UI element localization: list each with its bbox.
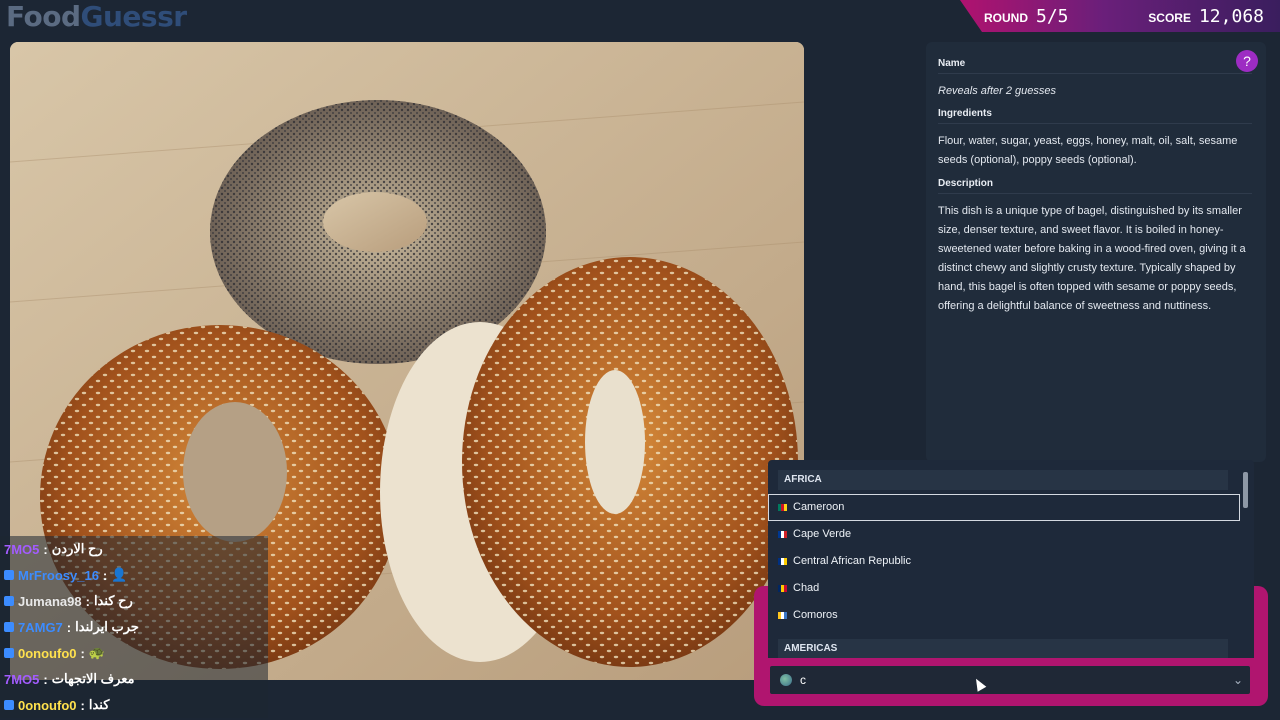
group-header-africa: AFRICA <box>778 470 1228 490</box>
logo-guessr: Guessr <box>80 0 188 33</box>
score-label: SCORE <box>1148 11 1191 25</box>
chevron-down-icon[interactable]: ⌄ <box>1226 673 1250 687</box>
round-indicator: ROUND 5/5 <box>984 6 1069 27</box>
chat-message: Jumana98: رح كندا <box>0 588 268 614</box>
chat-username: 7AMG7 <box>18 619 63 635</box>
user-badge-icon <box>4 700 14 710</box>
name-value: Reveals after 2 guesses <box>938 85 1057 97</box>
app-logo: FoodGuessr <box>6 0 187 33</box>
chat-text: رح كندا <box>93 593 133 608</box>
chat-separator: : <box>66 619 72 635</box>
name-section: Name Reveals after 2 guesses <box>938 58 1252 101</box>
country-option[interactable]: Chad <box>768 575 1240 602</box>
chat-username: Jumana98 <box>18 593 82 609</box>
chat-separator: : <box>80 697 85 713</box>
country-option[interactable]: Cameroon <box>768 494 1240 521</box>
chat-text: 🐢 <box>88 645 106 660</box>
name-heading: Name <box>938 58 1252 74</box>
score-indicator: SCORE 12,068 <box>1148 6 1264 27</box>
user-badge-icon <box>4 570 14 580</box>
chat-separator: : <box>85 593 90 609</box>
country-option[interactable]: Central African Republic <box>768 548 1240 575</box>
chat-message: 7MO5: رح الاردن <box>0 536 268 562</box>
round-score-banner: ROUND 5/5 SCORE 12,068 <box>960 0 1280 32</box>
chat-text: معرف الاتجهات <box>51 671 135 686</box>
ingredients-section: Ingredients Flour, water, sugar, yeast, … <box>938 108 1252 170</box>
chat-text: رح الاردن <box>51 541 103 556</box>
country-flag-icon <box>778 585 787 592</box>
country-option-label: Cameroon <box>793 501 845 513</box>
logo-food: Food <box>6 0 81 33</box>
chat-separator: : <box>43 671 48 687</box>
user-badge-icon <box>4 622 14 632</box>
chat-overlay: 7MO5: رح الاردن MrFroosy_16: 👤 Jumana98: رح ك… <box>0 536 268 720</box>
country-option[interactable]: Comoros <box>768 602 1240 629</box>
country-flag-icon <box>778 612 787 619</box>
country-dropdown[interactable]: AFRICA Cameroon Cape Verde Central African… <box>768 460 1254 658</box>
chat-username: 0onoufo0 <box>18 645 77 661</box>
country-option-label: Comoros <box>793 609 838 621</box>
round-value: 5/5 <box>1036 6 1069 27</box>
chat-separator: : <box>102 567 108 583</box>
chat-message: MrFroosy_16: 👤 <box>0 562 268 588</box>
chat-separator: : <box>43 541 48 557</box>
country-search-input[interactable] <box>798 672 1226 688</box>
globe-icon <box>780 674 792 686</box>
description-heading: Description <box>938 178 1252 194</box>
chat-username: 0onoufo0 <box>18 697 77 713</box>
group-header-americas: AMERICAS <box>778 639 1228 658</box>
country-search-field[interactable]: ⌄ <box>768 664 1252 696</box>
chat-separator: : <box>80 645 85 661</box>
chat-text: جرب ايرلندا <box>75 619 139 634</box>
ingredients-value: Flour, water, sugar, yeast, eggs, honey,… <box>938 135 1238 166</box>
chat-message: 7AMG7: جرب ايرلندا <box>0 614 268 640</box>
chat-text: 👤 <box>111 567 128 582</box>
country-option-label: Central African Republic <box>793 555 912 567</box>
score-value: 12,068 <box>1198 6 1264 27</box>
chat-text: كندا <box>88 697 110 712</box>
chat-username: 7MO5 <box>4 541 40 557</box>
ingredients-heading: Ingredients <box>938 108 1252 124</box>
dish-info-panel: ? Name Reveals after 2 guesses Ingredien… <box>926 42 1266 462</box>
chat-message: 7MO5: معرف الاتجهات <box>0 666 268 692</box>
dropdown-scrollbar[interactable] <box>1243 472 1248 508</box>
country-option-label: Cape Verde <box>793 528 852 540</box>
country-flag-icon <box>778 504 787 511</box>
user-badge-icon <box>4 648 14 658</box>
chat-message: 0onoufo0: كندا <box>0 692 268 718</box>
description-section: Description This dish is a unique type o… <box>938 178 1252 316</box>
round-label: ROUND <box>984 11 1028 25</box>
country-option-label: Chad <box>793 582 820 594</box>
country-option[interactable]: Cape Verde <box>768 521 1240 548</box>
description-value: This dish is a unique type of bagel, dis… <box>938 205 1246 312</box>
chat-username: 7MO5 <box>4 671 40 687</box>
country-flag-icon <box>778 531 787 538</box>
chat-message: 0onoufo0: 🐢 <box>0 640 268 666</box>
chat-username: MrFroosy_16 <box>18 567 99 583</box>
country-flag-icon <box>778 558 787 565</box>
user-badge-icon <box>4 596 14 606</box>
